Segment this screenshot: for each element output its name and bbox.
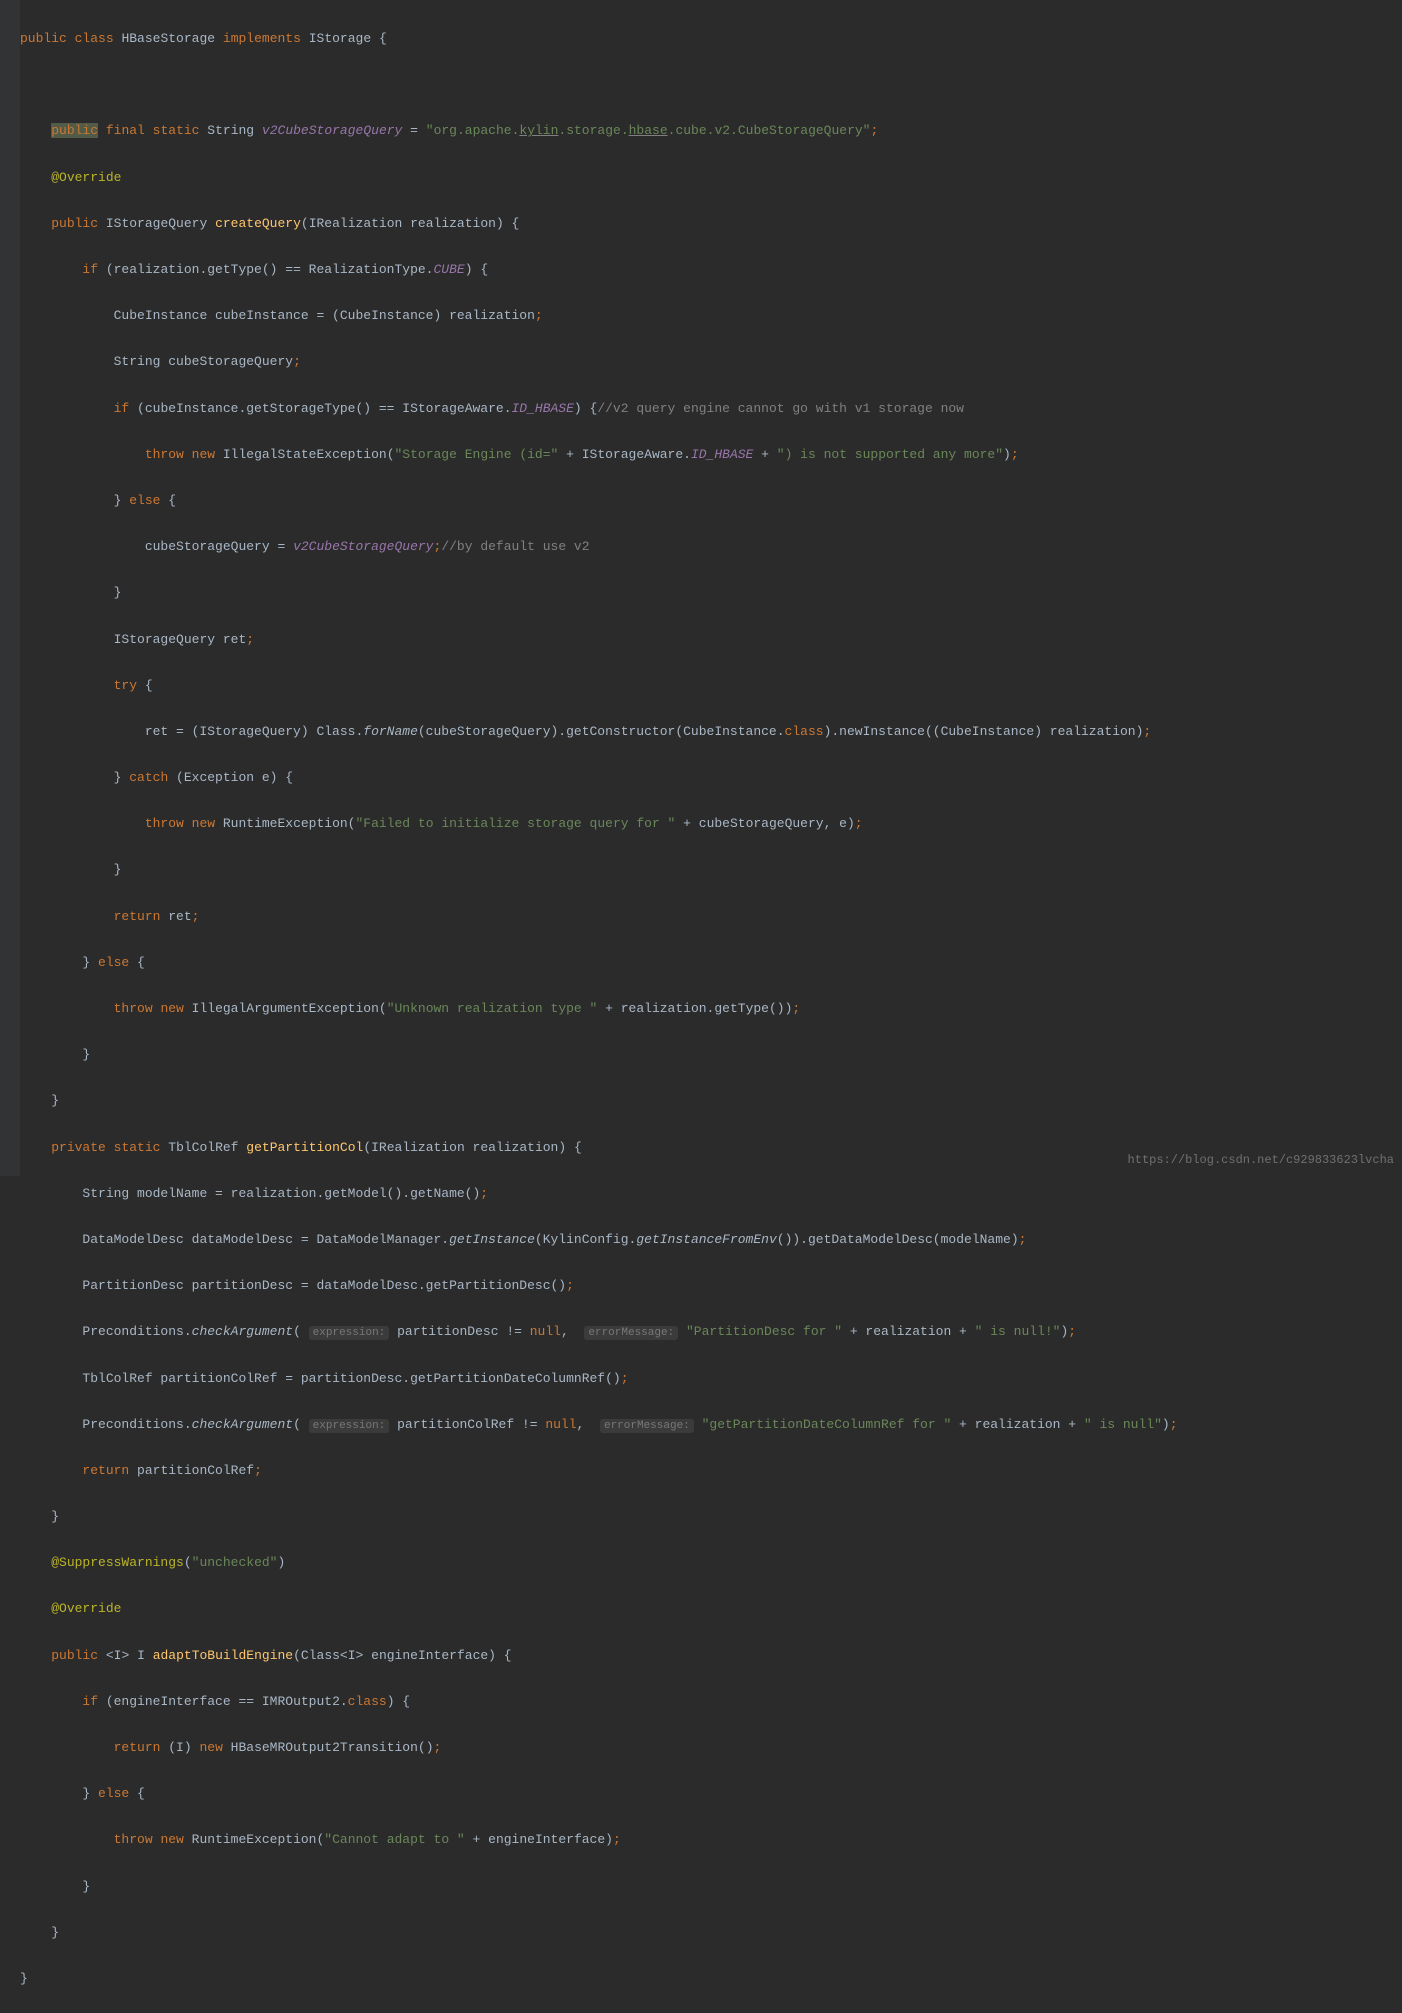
code-line: DataModelDesc dataModelDesc = DataModelM… [20,1228,1402,1251]
code-line: } [20,1043,1402,1066]
code-line: } [20,1089,1402,1112]
code-line: Preconditions.checkArgument( expression:… [20,1413,1402,1436]
parameter-hint: errorMessage: [584,1326,678,1340]
code-line: IStorageQuery ret; [20,628,1402,651]
code-line: public class HBaseStorage implements ISt… [20,27,1402,50]
parameter-hint: expression: [309,1419,390,1433]
code-line: @Override [20,1597,1402,1620]
code-line: public final static String v2CubeStorage… [20,119,1402,142]
code-line [20,73,1402,96]
code-line: ret = (IStorageQuery) Class.forName(cube… [20,720,1402,743]
code-line: throw new RuntimeException("Failed to in… [20,812,1402,835]
code-line: } else { [20,951,1402,974]
code-line: @SuppressWarnings("unchecked") [20,1551,1402,1574]
parameter-hint: errorMessage: [600,1419,694,1433]
code-line: public <I> I adaptToBuildEngine(Class<I>… [20,1644,1402,1667]
code-line: String cubeStorageQuery; [20,350,1402,373]
code-line: String modelName = realization.getModel(… [20,1182,1402,1205]
code-line: } [20,1921,1402,1944]
code-line: } [20,581,1402,604]
code-line: if (realization.getType() == Realization… [20,258,1402,281]
code-line: return (I) new HBaseMROutput2Transition(… [20,1736,1402,1759]
code-line: } [20,858,1402,881]
code-line: @Override [20,166,1402,189]
code-line: throw new IllegalStateException("Storage… [20,443,1402,466]
code-line: cubeStorageQuery = v2CubeStorageQuery;//… [20,535,1402,558]
code-line: public IStorageQuery createQuery(IRealiz… [20,212,1402,235]
gutter [0,0,20,1176]
code-line: if (engineInterface == IMROutput2.class)… [20,1690,1402,1713]
code-line: throw new RuntimeException("Cannot adapt… [20,1828,1402,1851]
code-line: } [20,1875,1402,1898]
code-line: return partitionColRef; [20,1459,1402,1482]
code-line: try { [20,674,1402,697]
code-line: Preconditions.checkArgument( expression:… [20,1320,1402,1343]
watermark: https://blog.csdn.net/c929833623lvcha [1128,1149,1394,1172]
code-line: TblColRef partitionColRef = partitionDes… [20,1367,1402,1390]
code-line: return ret; [20,905,1402,928]
code-line: } [20,1967,1402,1990]
code-line: CubeInstance cubeInstance = (CubeInstanc… [20,304,1402,327]
code-line: } catch (Exception e) { [20,766,1402,789]
parameter-hint: expression: [309,1326,390,1340]
code-line: throw new IllegalArgumentException("Unkn… [20,997,1402,1020]
code-line: PartitionDesc partitionDesc = dataModelD… [20,1274,1402,1297]
code-line: } else { [20,489,1402,512]
code-line: } [20,1505,1402,1528]
code-editor[interactable]: public class HBaseStorage implements ISt… [20,4,1402,2013]
code-line: if (cubeInstance.getStorageType() == ISt… [20,397,1402,420]
code-line: } else { [20,1782,1402,1805]
